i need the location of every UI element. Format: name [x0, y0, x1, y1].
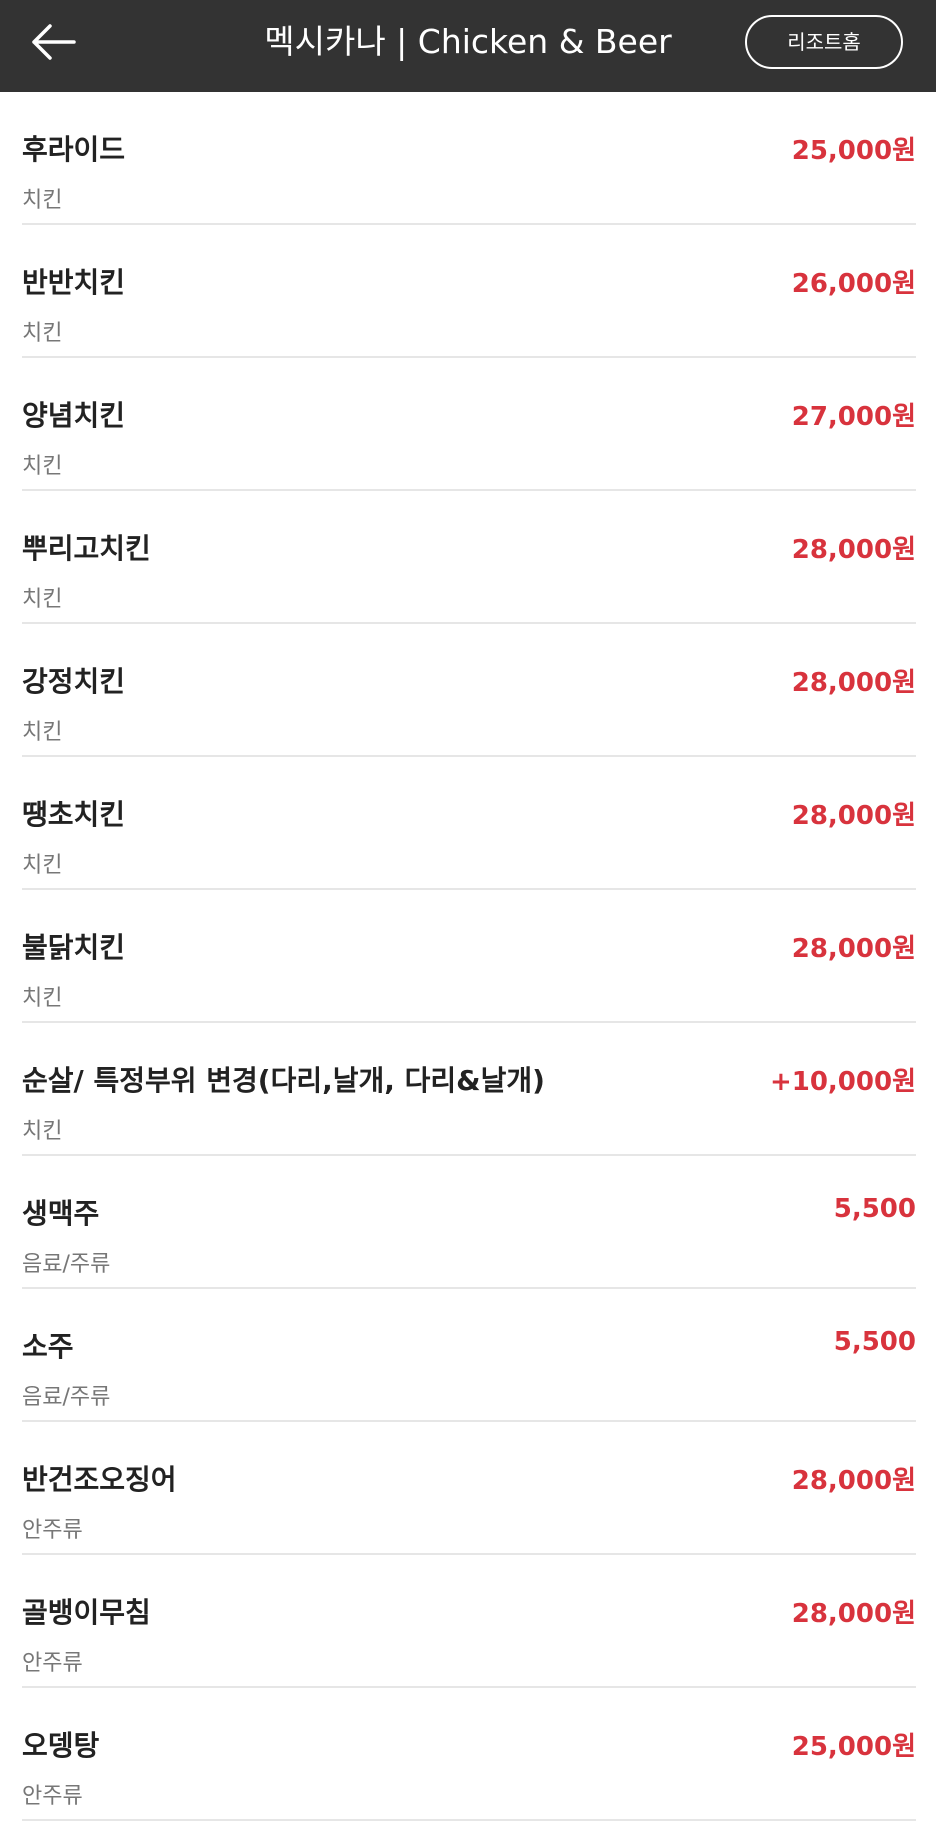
menu-item[interactable]: 불닭치킨 치킨 28,000원 — [22, 890, 916, 1023]
top-app-bar: 멕시카나 | Chicken & Beer 리조트홈 — [0, 0, 936, 92]
menu-item[interactable]: 골뱅이무침 안주류 28,000원 — [22, 1555, 916, 1688]
menu-item-name: 반건조오징어 — [22, 1463, 177, 1496]
menu-item-category: 음료/주류 — [22, 1252, 111, 1277]
menu-item-price: +10,000원 — [769, 1067, 916, 1097]
menu-item-price: 28,000원 — [791, 1466, 916, 1496]
menu-item-category: 치킨 — [22, 188, 63, 213]
resort-home-button[interactable]: 리조트홈 — [745, 15, 903, 69]
menu-item-name: 골뱅이무침 — [22, 1596, 151, 1629]
menu-item-name: 불닭치킨 — [22, 931, 126, 964]
menu-item-name: 생맥주 — [22, 1197, 100, 1230]
menu-item-category: 음료/주류 — [22, 1385, 111, 1410]
menu-item-name: 후라이드 — [22, 133, 126, 166]
menu-item-price: 28,000원 — [791, 668, 916, 698]
menu-item[interactable]: 후라이드 치킨 25,000원 — [22, 92, 916, 225]
menu-list: 후라이드 치킨 25,000원 반반치킨 치킨 26,000원 양념치킨 치킨 … — [22, 92, 916, 1821]
menu-item-price: 26,000원 — [791, 269, 916, 299]
page-title: 멕시카나 | Chicken & Beer — [264, 22, 672, 61]
menu-item-name: 뿌리고치킨 — [22, 532, 151, 565]
menu-item[interactable]: 뿌리고치킨 치킨 28,000원 — [22, 491, 916, 624]
menu-item[interactable]: 강정치킨 치킨 28,000원 — [22, 624, 916, 757]
menu-item-price: 28,000원 — [791, 934, 916, 964]
menu-item[interactable]: 반건조오징어 안주류 28,000원 — [22, 1422, 916, 1555]
menu-item-price: 25,000원 — [791, 136, 916, 166]
menu-item-category: 치킨 — [22, 986, 63, 1011]
menu-item-price: 25,000원 — [791, 1732, 916, 1762]
menu-item[interactable]: 소주 음료/주류 5,500 — [22, 1289, 916, 1422]
menu-item-category: 안주류 — [22, 1518, 83, 1543]
menu-item-category: 치킨 — [22, 720, 63, 745]
menu-item[interactable]: 땡초치킨 치킨 28,000원 — [22, 757, 916, 890]
back-button[interactable] — [26, 18, 86, 66]
menu-item-category: 치킨 — [22, 587, 63, 612]
menu-item[interactable]: 순살/ 특정부위 변경(다리,날개, 다리&날개) 치킨 +10,000원 — [22, 1023, 916, 1156]
menu-item-price: 27,000원 — [791, 402, 916, 432]
menu-item-price: 28,000원 — [791, 801, 916, 831]
menu-item-name: 강정치킨 — [22, 665, 126, 698]
menu-item-name: 순살/ 특정부위 변경(다리,날개, 다리&날개) — [22, 1064, 545, 1097]
menu-item-price: 28,000원 — [791, 535, 916, 565]
menu-item-name: 땡초치킨 — [22, 798, 126, 831]
menu-item-category: 치킨 — [22, 321, 63, 346]
menu-item-price: 5,500 — [833, 1327, 916, 1357]
arrow-left-icon — [32, 24, 76, 60]
menu-item[interactable]: 오뎅탕 안주류 25,000원 — [22, 1688, 916, 1821]
menu-item-name: 반반치킨 — [22, 266, 126, 299]
menu-item[interactable]: 생맥주 음료/주류 5,500 — [22, 1156, 916, 1289]
menu-item-category: 안주류 — [22, 1651, 83, 1676]
menu-item-name: 오뎅탕 — [22, 1729, 100, 1762]
menu-item[interactable]: 양념치킨 치킨 27,000원 — [22, 358, 916, 491]
menu-item-name: 소주 — [22, 1330, 74, 1363]
menu-item-category: 치킨 — [22, 853, 63, 878]
menu-item-name: 양념치킨 — [22, 399, 126, 432]
menu-item-category: 치킨 — [22, 1119, 63, 1144]
menu-item-price: 5,500 — [833, 1194, 916, 1224]
menu-item-price: 28,000원 — [791, 1599, 916, 1629]
menu-item-category: 안주류 — [22, 1784, 83, 1809]
menu-item-category: 치킨 — [22, 454, 63, 479]
menu-item[interactable]: 반반치킨 치킨 26,000원 — [22, 225, 916, 358]
